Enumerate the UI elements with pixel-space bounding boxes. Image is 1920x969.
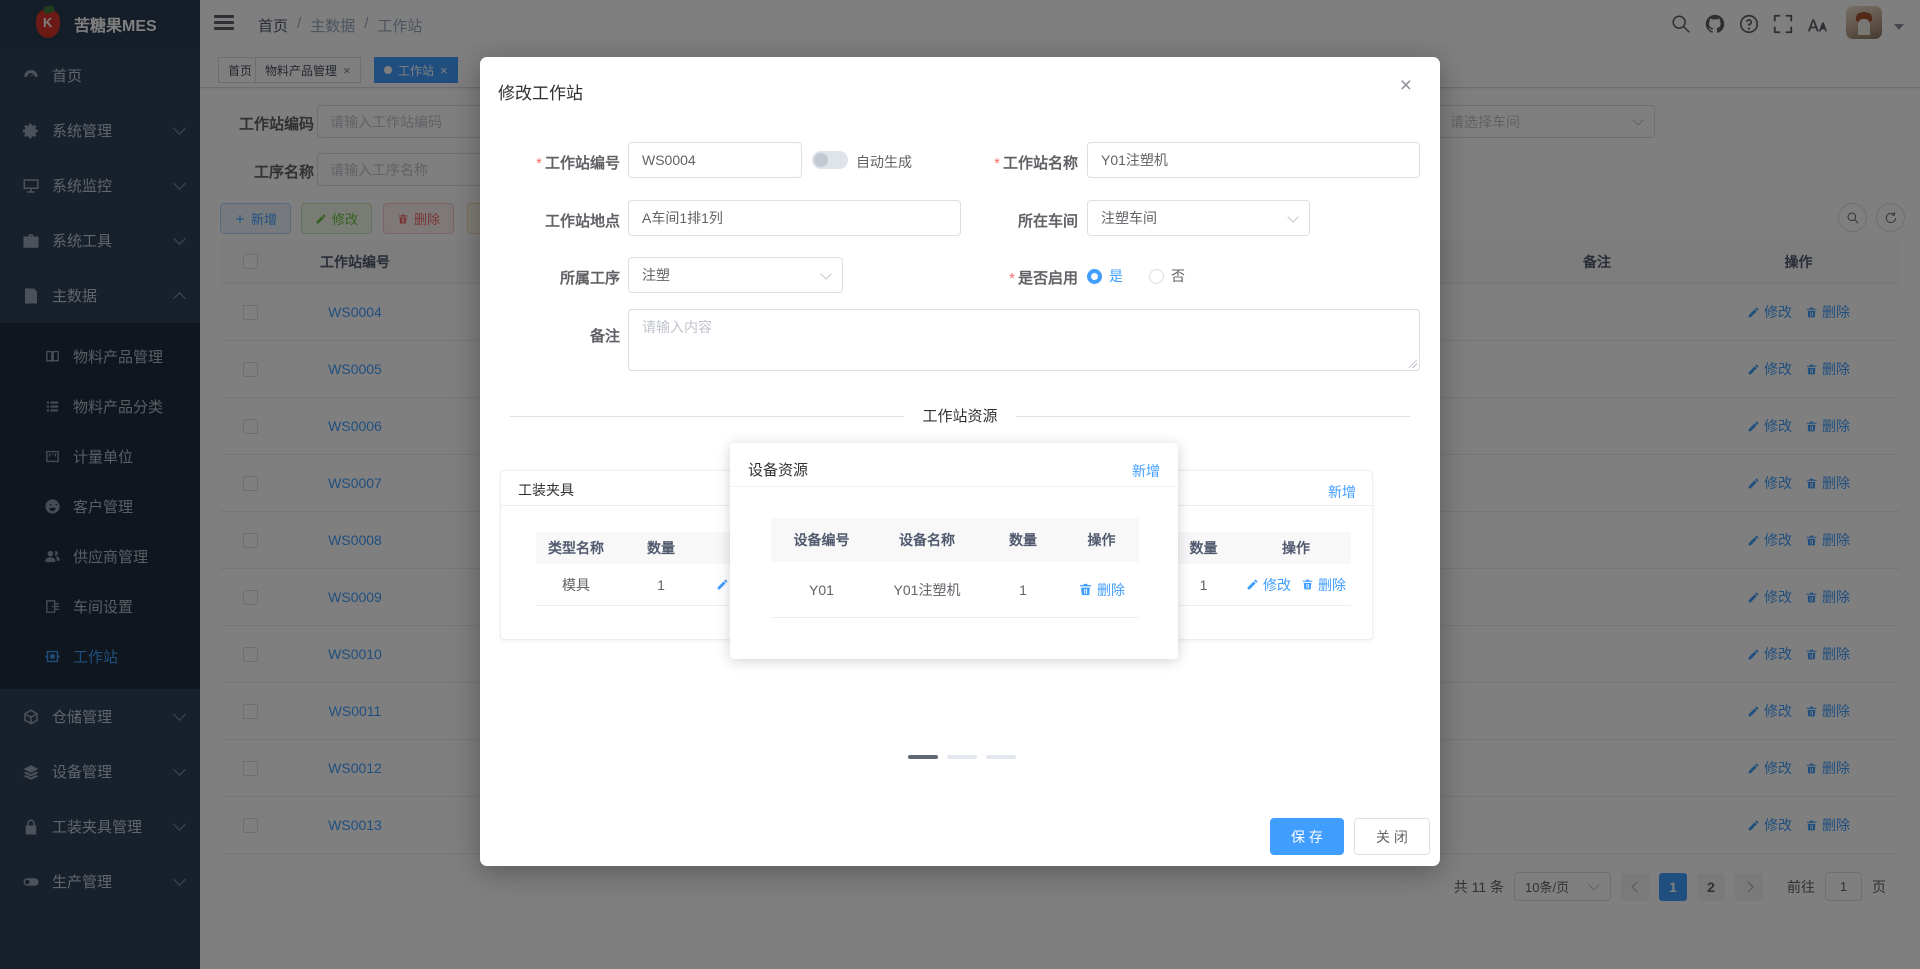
right-panel-add-link[interactable]: 新增 [1328,482,1356,502]
code-label: * 工作站编号 [536,155,620,172]
device-panel-add-link[interactable]: 新增 [1132,461,1160,481]
resize-grip-icon[interactable] [1408,359,1417,368]
trash-icon [1301,578,1314,591]
enabled-yes-radio[interactable]: 是 [1087,266,1123,286]
edit-workstation-dialog: 修改工作站 × *工作站编号 自动生成 *工作站名称 工作站地点 所在车间 注塑… [480,57,1440,866]
carousel-dot-2[interactable] [947,755,977,759]
device-table-header: 设备编号 设备名称 数量 操作 [771,518,1139,562]
device-table-row: Y01 Y01注塑机 1 删除 [771,562,1139,618]
right-panel-table-row: 1 修改 删除 [1166,564,1351,606]
workstation-location-input[interactable] [628,200,961,236]
dialog-close-icon[interactable]: × [1400,75,1412,96]
carousel-indicators [908,755,1016,759]
trash-icon [1078,582,1093,597]
right-panel-edit-link[interactable]: 修改 [1246,575,1291,595]
device-resource-panel: 设备资源 新增 设备编号 设备名称 数量 操作 Y01 Y01注塑机 1 删除 [730,443,1178,659]
device-panel-title: 设备资源 [748,462,809,479]
workstation-name-input[interactable] [1087,142,1420,178]
close-button[interactable]: 关 闭 [1354,818,1430,855]
chevron-down-icon [1287,210,1299,223]
location-label: 工作站地点 [544,213,620,230]
right-panel-table-header: 数量 操作 [1166,532,1351,564]
radio-unselected-icon [1149,268,1164,284]
pencil-icon [1246,578,1259,591]
carousel-dot-1[interactable] [908,755,938,759]
dialog-title: 修改工作站 [498,84,583,103]
process-label: 所属工序 [559,270,620,287]
workstation-code-input[interactable] [628,142,802,178]
save-button[interactable]: 保 存 [1270,818,1344,855]
workshop-label: 所在车间 [1017,213,1078,230]
enabled-label: * 是否启用 [1009,270,1078,287]
auto-generate-switch[interactable] [812,151,848,169]
remark-textarea[interactable]: 请输入内容 [628,309,1420,371]
fixture-panel-title: 工装夹具 [518,482,574,498]
device-delete-link[interactable]: 删除 [1078,580,1125,600]
remark-label: 备注 [589,328,620,345]
right-panel-delete-link[interactable]: 删除 [1301,575,1346,595]
chevron-down-icon [820,267,832,280]
auto-generate-label: 自动生成 [856,154,912,170]
process-select[interactable]: 注塑 [628,257,843,293]
resource-section-title: 工作站资源 [904,405,1016,426]
carousel-dot-3[interactable] [986,755,1016,759]
radio-selected-icon [1087,268,1102,284]
enabled-no-radio[interactable]: 否 [1149,266,1185,286]
workshop-select[interactable]: 注塑车间 [1087,200,1310,236]
pencil-icon [716,578,729,591]
name-label: * 工作站名称 [994,155,1078,172]
